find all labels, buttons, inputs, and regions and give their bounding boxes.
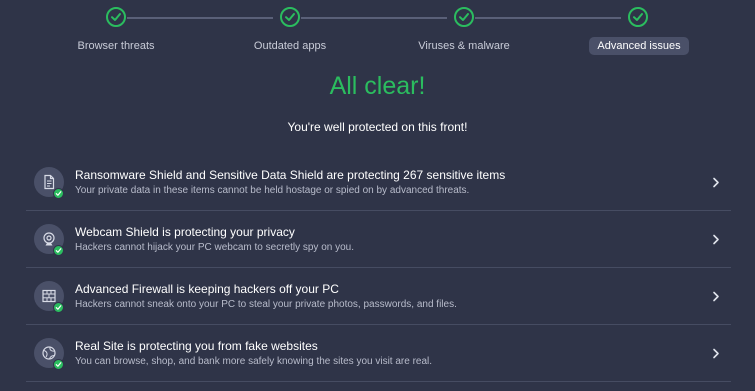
chevron-right-icon[interactable] <box>711 290 721 302</box>
list-item-real-site[interactable]: Real Site is protecting you from fake we… <box>26 325 731 382</box>
list-item-text: Advanced Firewall is keeping hackers off… <box>75 282 691 312</box>
check-badge-icon <box>53 188 64 199</box>
step-check-icon <box>106 7 126 27</box>
list-item-description: You can browse, shop, and bank more safe… <box>75 356 433 367</box>
list-item-title: Webcam Shield is protecting your privacy <box>75 225 295 239</box>
list-item-description: Your private data in these items cannot … <box>75 185 470 196</box>
list-item-title: Real Site is protecting you from fake we… <box>75 339 318 353</box>
step-check-icon <box>454 7 474 27</box>
step-connector <box>301 17 447 19</box>
list-item-ransomware-shield[interactable]: Ransomware Shield and Sensitive Data Shi… <box>26 154 731 211</box>
step-viruses-malware[interactable]: Viruses & malware <box>404 37 524 55</box>
chevron-right-icon[interactable] <box>711 347 721 359</box>
chevron-right-icon[interactable] <box>711 176 721 188</box>
list-item-description: Hackers cannot hijack your PC webcam to … <box>75 242 355 253</box>
step-check-icon <box>628 7 648 27</box>
step-connector <box>127 17 273 19</box>
step-check-icon <box>280 7 300 27</box>
list-item-title: Advanced Firewall is keeping hackers off… <box>75 282 339 296</box>
protection-list: Ransomware Shield and Sensitive Data Shi… <box>26 154 731 382</box>
chevron-right-icon[interactable] <box>711 233 721 245</box>
list-item-title: Ransomware Shield and Sensitive Data Shi… <box>75 168 506 182</box>
step-connector <box>475 17 621 19</box>
check-badge-icon <box>53 302 64 313</box>
step-browser-threats[interactable]: Browser threats <box>56 37 176 55</box>
progress-stepper: Browser threats Outdated apps Viruses & … <box>0 0 755 60</box>
page-title: All clear! <box>329 72 426 100</box>
check-badge-icon <box>53 245 64 256</box>
page-subtitle: You're well protected on this front! <box>287 120 468 134</box>
list-item-advanced-firewall[interactable]: Advanced Firewall is keeping hackers off… <box>26 268 731 325</box>
list-item-webcam-shield[interactable]: Webcam Shield is protecting your privacy… <box>26 211 731 268</box>
list-item-description: Hackers cannot sneak onto your PC to ste… <box>75 299 457 310</box>
list-item-text: Ransomware Shield and Sensitive Data Shi… <box>75 168 691 198</box>
list-item-text: Webcam Shield is protecting your privacy… <box>75 225 691 255</box>
step-outdated-apps[interactable]: Outdated apps <box>230 37 350 55</box>
step-advanced-issues[interactable]: Advanced issues <box>589 37 689 55</box>
list-item-text: Real Site is protecting you from fake we… <box>75 339 691 369</box>
check-badge-icon <box>53 359 64 370</box>
